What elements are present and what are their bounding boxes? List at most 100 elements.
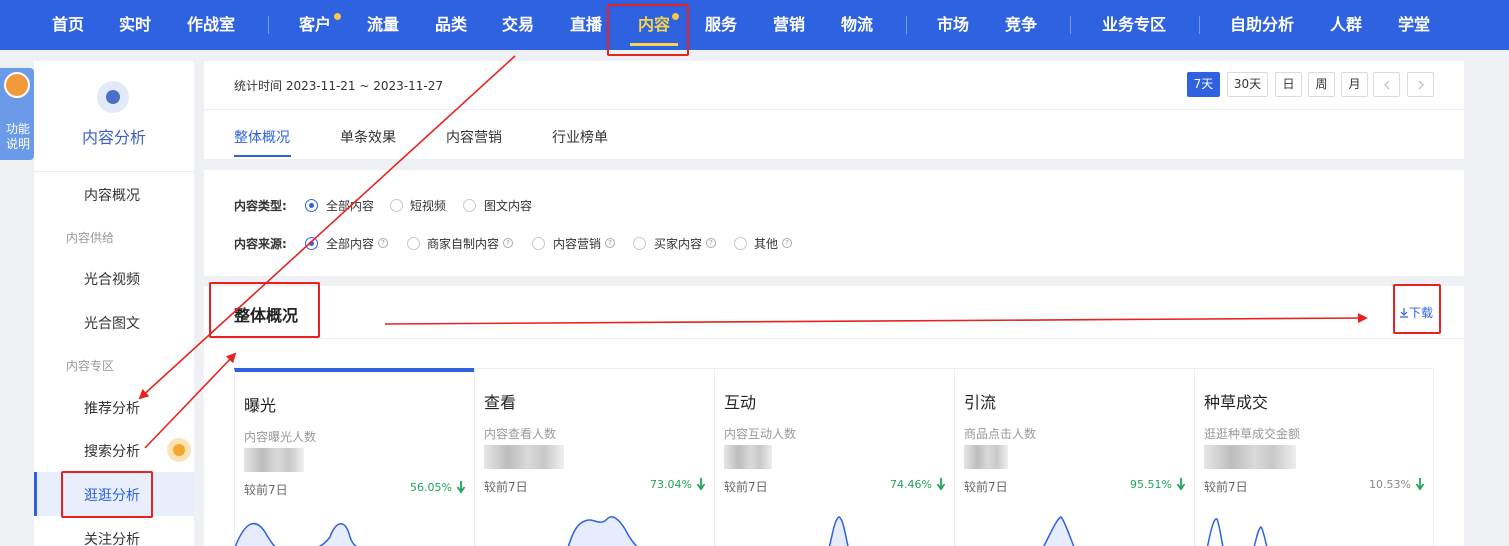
function-help-tab[interactable]: 功能说明 xyxy=(0,68,34,160)
range-7d-button[interactable]: 7天 xyxy=(1187,72,1220,97)
source-merchant-label[interactable]: 商家自制内容 xyxy=(427,235,499,252)
arrow-down-icon xyxy=(936,478,946,491)
nav-customer[interactable]: 客户 xyxy=(299,0,331,50)
header-divider xyxy=(204,109,1464,110)
metric-subtitle: 内容曝光人数 xyxy=(244,430,317,444)
type-article-radio[interactable] xyxy=(463,199,476,212)
metric-change: 74.46% xyxy=(890,478,932,491)
date-range-label: 统计时间 2023-11-21 ~ 2023-11-27 xyxy=(234,79,443,93)
next-period-button[interactable] xyxy=(1407,72,1434,97)
nav-category[interactable]: 品类 xyxy=(435,0,467,50)
metric-subtitle: 内容查看人数 xyxy=(484,427,557,441)
help-question-icon[interactable]: ? xyxy=(503,238,513,248)
nav-academy[interactable]: 学堂 xyxy=(1398,0,1430,50)
metric-card-view[interactable]: 查看 内容查看人数 较前7日 73.04% xyxy=(474,368,714,546)
range-month-button[interactable]: 月 xyxy=(1341,72,1368,97)
arrow-down-icon xyxy=(1176,478,1186,491)
nav-realtime[interactable]: 实时 xyxy=(119,0,151,50)
nav-logistics[interactable]: 物流 xyxy=(841,0,873,50)
nav-home[interactable]: 首页 xyxy=(52,0,84,50)
source-other-radio[interactable] xyxy=(734,237,747,250)
sidebar-item-recommend[interactable]: 推荐分析 xyxy=(84,398,140,418)
sidebar-item-video[interactable]: 光合视频 xyxy=(84,269,140,289)
metric-value-blurred xyxy=(724,445,772,469)
nav-self-analysis[interactable]: 自助分析 xyxy=(1230,0,1294,50)
sidebar-item-overview[interactable]: 内容概况 xyxy=(84,185,140,205)
nav-traffic[interactable]: 流量 xyxy=(367,0,399,50)
source-all-radio[interactable] xyxy=(305,237,318,250)
help-question-icon[interactable]: ? xyxy=(605,238,615,248)
arrow-down-icon xyxy=(696,478,706,491)
range-day-button[interactable]: 日 xyxy=(1275,72,1302,97)
arrow-down-icon xyxy=(456,481,466,494)
metric-card-traffic[interactable]: 引流 商品点击人数 较前7日 95.51% xyxy=(954,368,1194,546)
nav-business-zone[interactable]: 业务专区 xyxy=(1102,0,1166,50)
metric-subtitle: 逛逛种草成交金额 xyxy=(1204,427,1301,441)
metric-compare-label: 较前7日 xyxy=(724,480,768,494)
metric-subtitle: 内容互动人数 xyxy=(724,427,797,441)
chevron-left-icon xyxy=(1383,80,1389,90)
tab-content-marketing[interactable]: 内容营销 xyxy=(446,127,502,147)
annotation-box-download xyxy=(1393,284,1441,334)
nav-market[interactable]: 市场 xyxy=(937,0,969,50)
nav-competition[interactable]: 竞争 xyxy=(1005,0,1037,50)
nav-live[interactable]: 直播 xyxy=(570,0,602,50)
nav-service[interactable]: 服务 xyxy=(705,0,737,50)
metric-change: 10.53% xyxy=(1369,478,1411,491)
content-analysis-icon xyxy=(97,81,129,113)
annotation-box-nav-content xyxy=(607,4,689,56)
metric-card-interaction[interactable]: 互动 内容互动人数 较前7日 74.46% xyxy=(714,368,954,546)
type-all-label[interactable]: 全部内容 xyxy=(326,197,374,214)
metric-value-blurred xyxy=(244,448,304,472)
chevron-right-icon xyxy=(1418,80,1424,90)
sidebar-group-zone: 内容专区 xyxy=(66,359,115,373)
nav-warroom[interactable]: 作战室 xyxy=(187,0,235,50)
nav-marketing[interactable]: 营销 xyxy=(773,0,805,50)
sparkline-chart xyxy=(235,522,358,546)
sparkline-chart xyxy=(1206,518,1268,546)
range-week-button[interactable]: 周 xyxy=(1308,72,1335,97)
type-short-video-radio[interactable] xyxy=(390,199,403,212)
source-merchant-radio[interactable] xyxy=(407,237,420,250)
type-short-video-label[interactable]: 短视频 xyxy=(410,197,446,214)
sidebar-group-supply: 内容供给 xyxy=(66,231,115,245)
sparkline-chart xyxy=(828,516,849,546)
source-all-label[interactable]: 全部内容 xyxy=(326,235,374,252)
nav-separator xyxy=(1199,16,1200,34)
metric-compare-label: 较前7日 xyxy=(964,480,1008,494)
help-question-icon[interactable]: ? xyxy=(706,238,716,248)
source-buyer-label[interactable]: 买家内容 xyxy=(654,235,702,252)
help-label: 功能说明 xyxy=(5,122,30,151)
type-article-label[interactable]: 图文内容 xyxy=(484,197,532,214)
sidebar-item-search[interactable]: 搜索分析 xyxy=(84,441,140,461)
metric-name: 互动 xyxy=(724,393,757,412)
nav-separator xyxy=(268,16,269,34)
metric-change: 95.51% xyxy=(1130,478,1172,491)
metric-card-exposure[interactable]: 曝光 内容曝光人数 较前7日 56.05% xyxy=(234,368,474,546)
sidebar-item-article[interactable]: 光合图文 xyxy=(84,313,140,333)
source-other-label[interactable]: 其他 xyxy=(754,235,778,252)
prev-period-button[interactable] xyxy=(1373,72,1400,97)
tab-overall[interactable]: 整体概况 xyxy=(234,127,290,147)
arrow-down-icon xyxy=(1415,478,1425,491)
help-question-icon[interactable]: ? xyxy=(782,238,792,248)
nav-audience[interactable]: 人群 xyxy=(1330,0,1362,50)
notification-badge-icon xyxy=(167,438,191,462)
type-all-radio[interactable] xyxy=(305,199,318,212)
nav-separator xyxy=(1070,16,1071,34)
tab-single-effect[interactable]: 单条效果 xyxy=(340,127,396,147)
range-30d-button[interactable]: 30天 xyxy=(1227,72,1268,97)
source-marketing-radio[interactable] xyxy=(532,237,545,250)
help-question-icon[interactable]: ? xyxy=(378,238,388,248)
metric-card-seeding-deal[interactable]: 种草成交 逛逛种草成交金额 较前7日 10.53% xyxy=(1194,368,1434,546)
source-marketing-label[interactable]: 内容营销 xyxy=(553,235,601,252)
metric-compare-label: 较前7日 xyxy=(484,480,528,494)
sidebar-item-follow[interactable]: 关注分析 xyxy=(84,529,140,546)
source-buyer-radio[interactable] xyxy=(633,237,646,250)
nav-trade[interactable]: 交易 xyxy=(502,0,534,50)
tab-industry-ranking[interactable]: 行业榜单 xyxy=(552,127,608,147)
mascot-icon xyxy=(4,72,30,98)
overview-divider xyxy=(204,338,1464,339)
sidebar-title: 内容分析 xyxy=(81,128,146,147)
metric-value-blurred xyxy=(484,445,564,469)
